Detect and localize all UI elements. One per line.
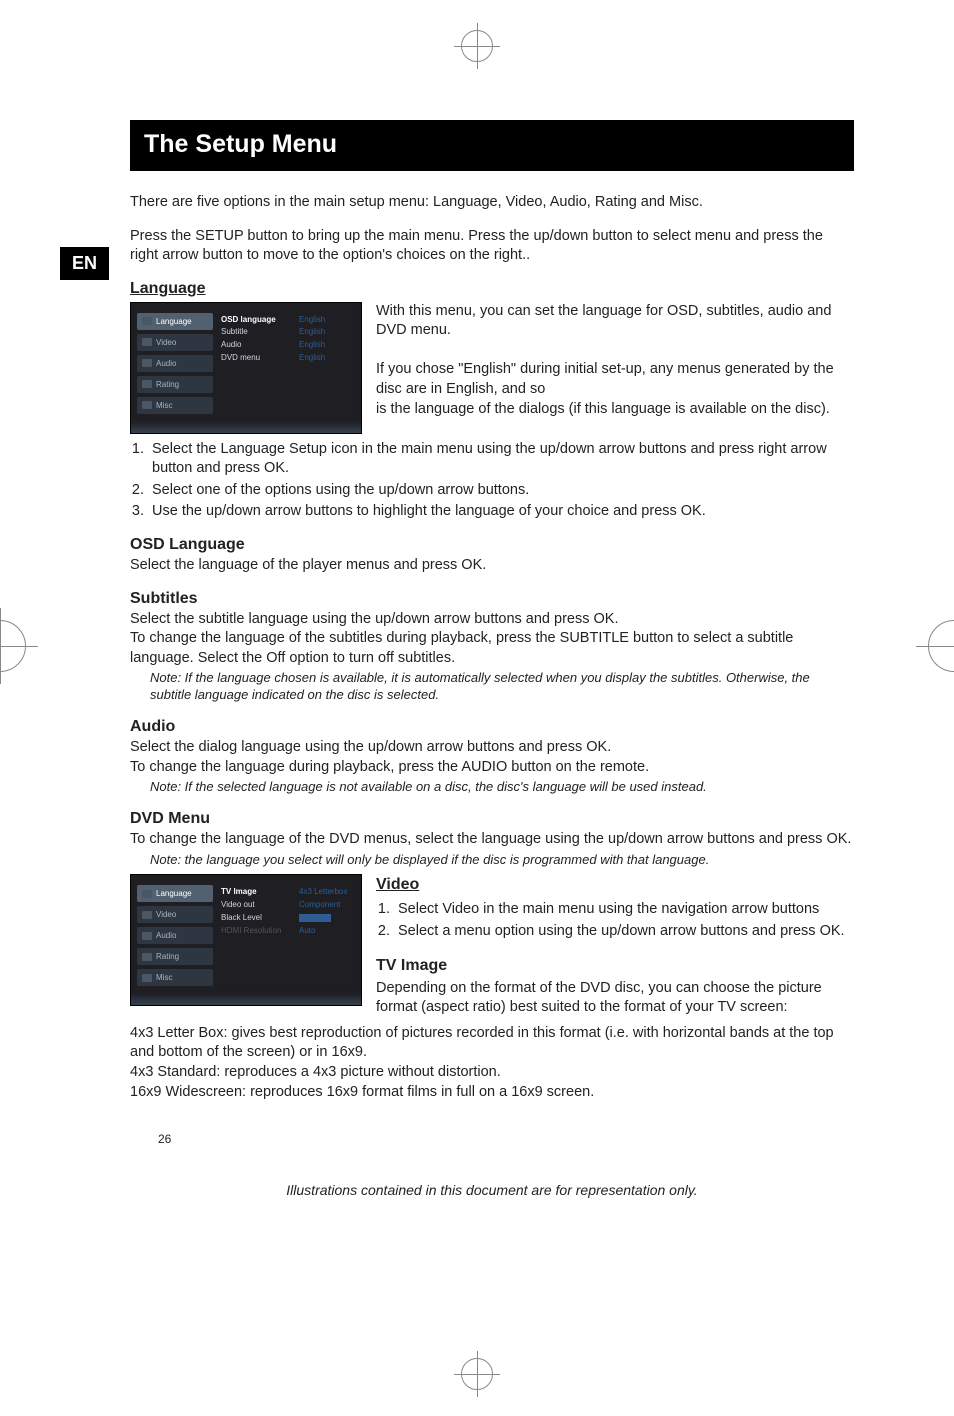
menu-value [299, 912, 355, 925]
page-number: 26 [158, 1132, 854, 1146]
menu-tab-label: Audio [156, 359, 176, 368]
language-p2b: is the language of the dialogs (if this … [376, 400, 854, 420]
tvimage-p4: 16x9 Widescreen: reproduces 16x9 format … [130, 1083, 854, 1103]
lock-icon [142, 380, 152, 388]
menu-tab-audio: Audio [137, 927, 213, 944]
menu-tab-label: Rating [156, 952, 179, 961]
menu-value: Component [299, 899, 355, 912]
language-heading: Language [130, 280, 854, 298]
menu-value: English [299, 314, 355, 327]
menu-tab-label: Language [156, 889, 192, 898]
gear-icon [142, 974, 152, 982]
menu-tab-audio: Audio [137, 355, 213, 372]
menu-option: Video out [221, 899, 291, 912]
page: EN The Setup Menu There are five options… [0, 0, 954, 1258]
menu-tab-language: Language [137, 313, 213, 330]
menu-tab-label: Video [156, 910, 176, 919]
speaker-icon [142, 932, 152, 940]
audio-p1: Select the dialog language using the up/… [130, 738, 854, 758]
menu-value: Auto [299, 925, 355, 938]
dvdmenu-heading: DVD Menu [130, 810, 854, 828]
menu-value: English [299, 339, 355, 352]
language-p1: With this menu, you can set the language… [376, 302, 854, 341]
osd-heading: OSD Language [130, 536, 854, 554]
locale-badge: EN [60, 247, 109, 280]
menu-tab-misc: Misc [137, 969, 213, 986]
menu-value: English [299, 326, 355, 339]
menu-tab-label: Language [156, 317, 192, 326]
list-item: Select a menu option using the up/down a… [394, 922, 854, 942]
intro-paragraph-2: Press the SETUP button to bring up the m… [130, 227, 854, 266]
subtitles-note: Note: If the language chosen is availabl… [150, 670, 854, 704]
osd-body: Select the language of the player menus … [130, 556, 854, 576]
menu-tab-label: Audio [156, 931, 176, 940]
subtitles-heading: Subtitles [130, 590, 854, 608]
list-item: Select one of the options using the up/d… [148, 481, 854, 501]
video-heading: Video [376, 874, 854, 896]
page-title: The Setup Menu [144, 130, 840, 159]
list-item: Use the up/down arrow buttons to highlig… [148, 502, 854, 522]
video-menu-screenshot: Language Video Audio Rating Misc TV Imag… [130, 874, 362, 1006]
footer-text: Illustrations contained in this document… [130, 1182, 854, 1198]
list-item: Select Video in the main menu using the … [394, 900, 854, 920]
menu-tab-rating: Rating [137, 376, 213, 393]
tv-icon [142, 338, 152, 346]
menu-value: English [299, 352, 355, 365]
menu-tab-label: Misc [156, 401, 172, 410]
subtitles-p2: To change the language of the subtitles … [130, 629, 854, 668]
tvimage-p2: 4x3 Letter Box: gives best reproduction … [130, 1024, 854, 1063]
speaker-icon [142, 359, 152, 367]
tvimage-p1: Depending on the format of the DVD disc,… [376, 979, 854, 1018]
intro-paragraph-1: There are five options in the main setup… [130, 193, 854, 213]
menu-option: Subtitle [221, 326, 291, 339]
menu-tab-video: Video [137, 906, 213, 923]
menu-option: Black Level [221, 912, 291, 925]
language-steps: Select the Language Setup icon in the ma… [130, 440, 854, 522]
menu-option: DVD menu [221, 352, 291, 365]
menu-tab-misc: Misc [137, 397, 213, 414]
language-p2a: If you chose "English" during initial se… [376, 360, 854, 399]
title-bar: The Setup Menu [130, 120, 854, 171]
list-item: Select the Language Setup icon in the ma… [148, 440, 854, 479]
subtitles-p1: Select the subtitle language using the u… [130, 610, 854, 630]
audio-heading: Audio [130, 718, 854, 736]
tvimage-heading: TV Image [376, 955, 854, 977]
video-steps: Select Video in the main menu using the … [376, 900, 854, 941]
registration-mark-bottom [461, 1358, 493, 1390]
menu-tab-rating: Rating [137, 948, 213, 965]
globe-icon [142, 890, 152, 898]
dvdmenu-note: Note: the language you select will only … [150, 852, 854, 869]
language-desc: With this menu, you can set the language… [376, 302, 854, 419]
menu-tab-language: Language [137, 885, 213, 902]
menu-tab-video: Video [137, 334, 213, 351]
audio-p2: To change the language during playback, … [130, 758, 854, 778]
lock-icon [142, 953, 152, 961]
menu-option: OSD language [221, 314, 291, 327]
menu-option: Audio [221, 339, 291, 352]
globe-icon [142, 317, 152, 325]
menu-tab-label: Video [156, 338, 176, 347]
tvimage-p3: 4x3 Standard: reproduces a 4x3 picture w… [130, 1063, 854, 1083]
language-menu-screenshot: Language Video Audio Rating Misc OSD lan… [130, 302, 362, 434]
menu-option: HDMI Resolution [221, 925, 291, 938]
menu-value: 4x3 Letterbox [299, 886, 355, 899]
menu-tab-label: Misc [156, 973, 172, 982]
menu-tab-label: Rating [156, 380, 179, 389]
audio-note: Note: If the selected language is not av… [150, 779, 854, 796]
menu-option: TV Image [221, 886, 291, 899]
dvdmenu-p1: To change the language of the DVD menus,… [130, 830, 854, 850]
level-selector-icon [299, 914, 331, 922]
gear-icon [142, 401, 152, 409]
tv-icon [142, 911, 152, 919]
